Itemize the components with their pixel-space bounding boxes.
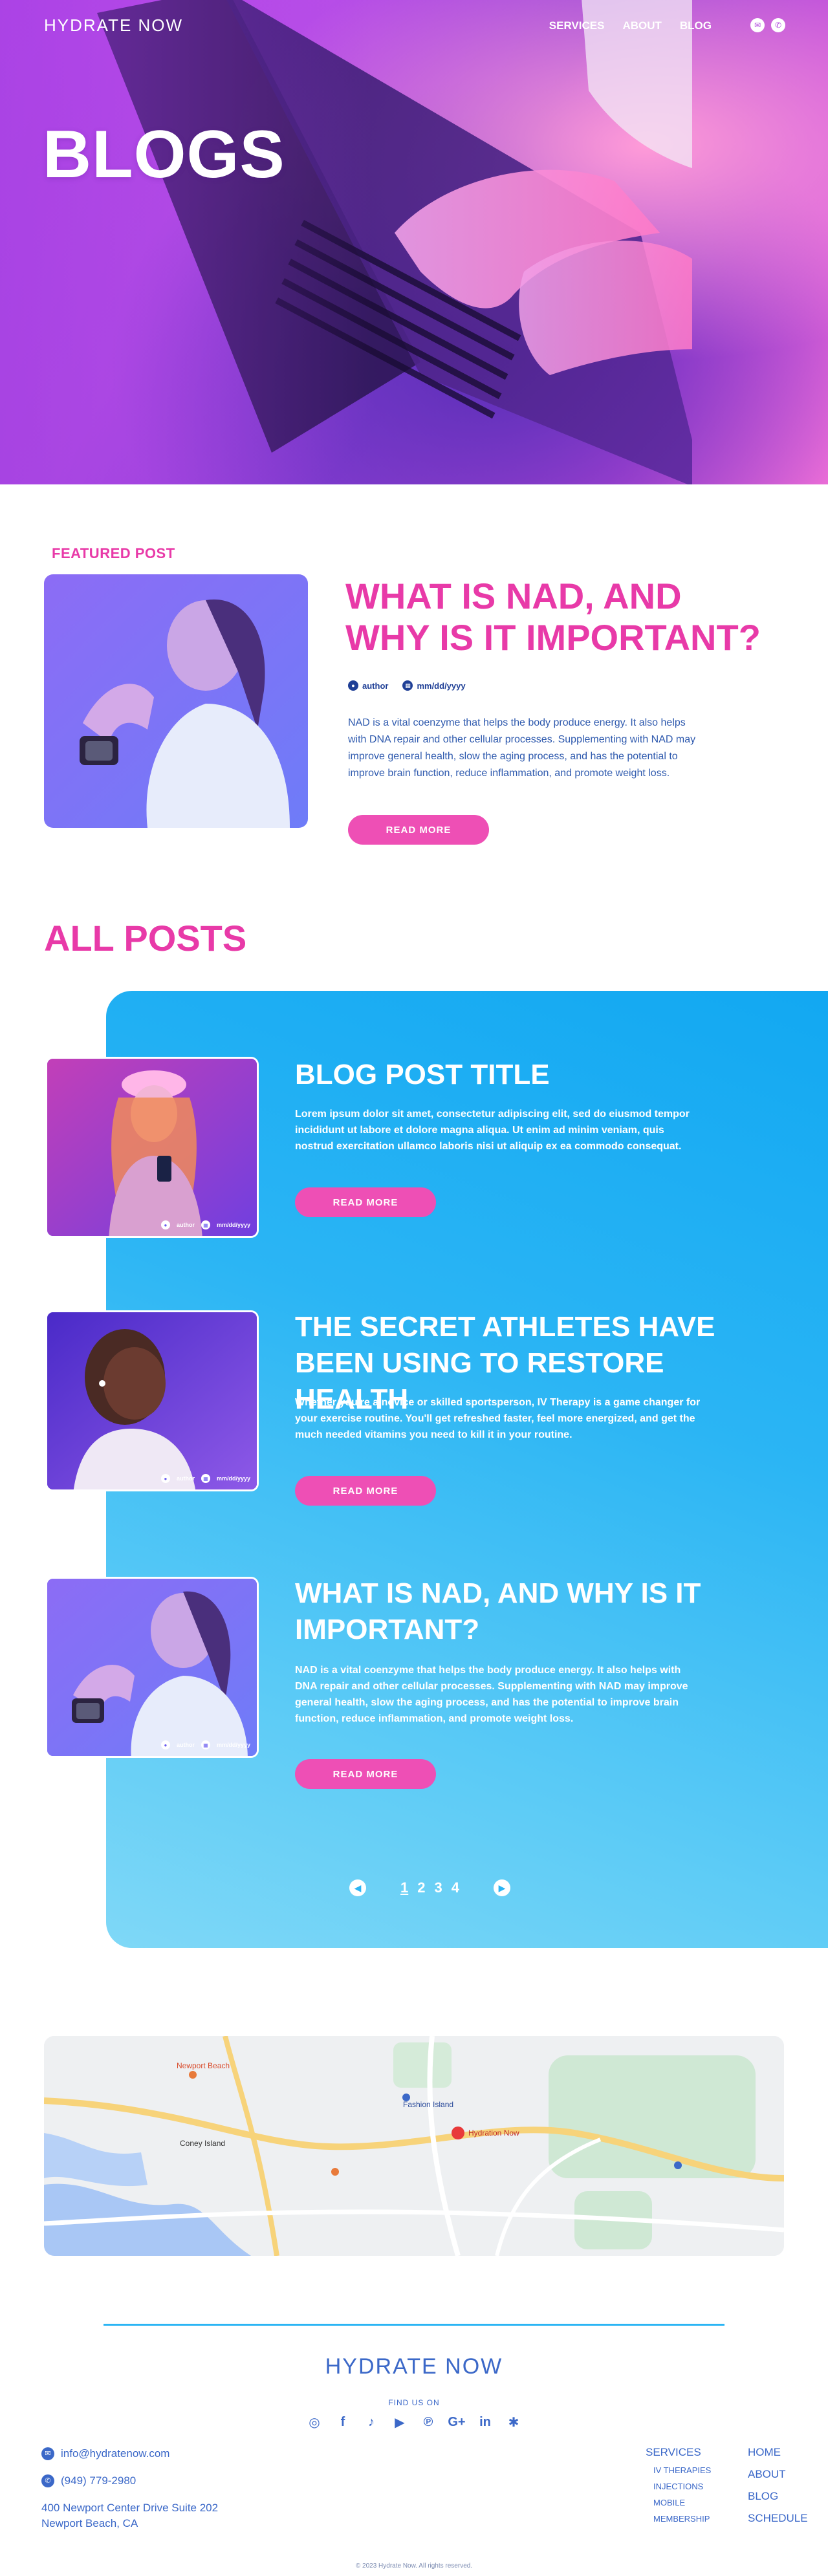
copyright: © 2023 Hydrate Now. All rights reserved. bbox=[355, 2562, 473, 2570]
facebook-icon[interactable]: f bbox=[334, 2414, 351, 2430]
instagram-icon[interactable]: ◎ bbox=[306, 2414, 323, 2430]
featured-title[interactable]: WHAT IS NAD, AND WHY IS IT IMPORTANT? bbox=[345, 576, 772, 658]
hero-section: HYDRATE NOW SERVICES ABOUT BLOG ✉ ✆ BLOG… bbox=[0, 0, 828, 484]
post-author: author bbox=[176, 1475, 195, 1482]
author-icon: ● bbox=[348, 680, 358, 691]
footer-services-heading[interactable]: SERVICES bbox=[646, 2446, 711, 2459]
post-excerpt: Whether you're a novice or skilled sport… bbox=[295, 1397, 701, 1440]
nav-blog[interactable]: BLOG bbox=[680, 19, 712, 32]
post-image[interactable]: ● author ▦ mm/dd/yyyy bbox=[45, 1310, 259, 1491]
featured-date: mm/dd/yyyy bbox=[417, 680, 466, 691]
page-3[interactable]: 3 bbox=[433, 1879, 444, 1896]
footer-links-column: HOME ABOUT BLOG SCHEDULE bbox=[748, 2446, 808, 2534]
map-label-hydration: Hydration Now bbox=[468, 2128, 519, 2138]
hero-overlay bbox=[0, 0, 828, 484]
featured-read-more-button[interactable]: READ MORE bbox=[348, 815, 489, 845]
featured-image[interactable] bbox=[44, 574, 308, 828]
footer-link-membership[interactable]: MEMBERSHIP bbox=[646, 2514, 711, 2524]
yelp-icon[interactable]: ✱ bbox=[505, 2414, 522, 2430]
author-icon: ● bbox=[160, 1474, 170, 1483]
post-date: mm/dd/yyyy bbox=[216, 1222, 250, 1228]
post-excerpt: Lorem ipsum dolor sit amet, consectetur … bbox=[295, 1109, 690, 1152]
post-image[interactable]: ● author ▦ mm/dd/yyyy bbox=[45, 1057, 259, 1238]
footer-email[interactable]: info@hydratenow.com bbox=[61, 2446, 169, 2462]
all-posts-heading: ALL POSTS bbox=[44, 918, 247, 958]
post-date: mm/dd/yyyy bbox=[216, 1742, 250, 1748]
calendar-icon: ▦ bbox=[201, 1740, 210, 1749]
post-title[interactable]: WHAT IS NAD, AND WHY IS IT IMPORTANT? bbox=[295, 1575, 761, 1648]
footer-divider bbox=[104, 2324, 724, 2326]
footer-link-about[interactable]: ABOUT bbox=[748, 2468, 808, 2481]
calendar-icon: ▦ bbox=[402, 680, 413, 691]
map-label-fashion: Fashion Island bbox=[403, 2100, 453, 2109]
author-icon: ● bbox=[160, 1740, 170, 1749]
post-title[interactable]: BLOG POST TITLE bbox=[295, 1057, 761, 1093]
footer-link-mobile[interactable]: MOBILE bbox=[646, 2498, 711, 2507]
footer-link-injections[interactable]: INJECTIONS bbox=[646, 2482, 711, 2491]
linkedin-icon[interactable]: in bbox=[477, 2414, 494, 2430]
next-page-icon[interactable]: ▶ bbox=[494, 1879, 510, 1896]
phone-icon: ✆ bbox=[41, 2474, 54, 2487]
post-read-more-button[interactable]: READ MORE bbox=[295, 1759, 436, 1789]
contact-info: ✉ info@hydratenow.com ✆ (949) 779-2980 400… bbox=[41, 2446, 218, 2531]
featured-excerpt: NAD is a vital coenzyme that helps the b… bbox=[348, 717, 696, 779]
map-label-newport: Newport Beach bbox=[177, 2061, 230, 2070]
prev-page-icon[interactable]: ◀ bbox=[349, 1879, 366, 1896]
nav-services[interactable]: SERVICES bbox=[549, 19, 605, 32]
footer-link-schedule[interactable]: SCHEDULE bbox=[748, 2512, 808, 2525]
footer-address-line1: 400 Newport Center Drive Suite 202 bbox=[41, 2502, 219, 2514]
site-logo[interactable]: HYDRATE NOW bbox=[44, 16, 183, 36]
page-2[interactable]: 2 bbox=[415, 1879, 427, 1896]
pagination: ◀ 1 2 3 4 ▶ bbox=[349, 1879, 510, 1896]
post-read-more-button[interactable]: READ MORE bbox=[295, 1476, 436, 1506]
location-map[interactable]: Newport Beach Coney Island Fashion Islan… bbox=[44, 2036, 784, 2256]
page-1[interactable]: 1 bbox=[398, 1879, 410, 1896]
tiktok-icon[interactable]: ♪ bbox=[363, 2414, 380, 2430]
footer-address-line2: Newport Beach, CA bbox=[41, 2517, 138, 2529]
page-4[interactable]: 4 bbox=[450, 1879, 461, 1896]
main-nav: SERVICES ABOUT BLOG bbox=[549, 19, 712, 32]
youtube-icon[interactable]: ▶ bbox=[391, 2414, 408, 2430]
page-title: BLOGS bbox=[43, 117, 285, 192]
pinterest-icon[interactable]: ℗ bbox=[420, 2414, 437, 2430]
post-read-more-button[interactable]: READ MORE bbox=[295, 1187, 436, 1217]
calendar-icon: ▦ bbox=[201, 1474, 210, 1483]
header-social-icons: ✉ ✆ bbox=[750, 18, 785, 32]
calendar-icon: ▦ bbox=[201, 1220, 210, 1229]
google-plus-icon[interactable]: G+ bbox=[448, 2414, 465, 2430]
map-label-coney: Coney Island bbox=[180, 2139, 225, 2148]
post-excerpt: NAD is a vital coenzyme that helps the b… bbox=[295, 1665, 688, 1724]
author-icon: ● bbox=[160, 1220, 170, 1229]
find-us-label: FIND US ON bbox=[388, 2398, 440, 2407]
footer-logo[interactable]: HYDRATE NOW bbox=[0, 2354, 828, 2379]
footer-link-blog[interactable]: BLOG bbox=[748, 2490, 808, 2503]
post-author: author bbox=[176, 1742, 195, 1748]
footer-phone[interactable]: (949) 779-2980 bbox=[61, 2473, 136, 2489]
post-author: author bbox=[176, 1222, 195, 1228]
nav-about[interactable]: ABOUT bbox=[622, 19, 661, 32]
post-date: mm/dd/yyyy bbox=[216, 1475, 250, 1482]
featured-meta: ● author ▦ mm/dd/yyyy bbox=[348, 680, 466, 691]
phone-icon[interactable]: ✆ bbox=[771, 18, 785, 32]
footer-services-column: SERVICES IV THERAPIES INJECTIONS MOBILE … bbox=[646, 2446, 711, 2524]
social-links: ◎ f ♪ ▶ ℗ G+ in ✱ bbox=[0, 2414, 828, 2430]
featured-label: FEATURED POST bbox=[52, 545, 175, 561]
footer-link-iv-therapies[interactable]: IV THERAPIES bbox=[646, 2465, 711, 2475]
featured-author: author bbox=[362, 680, 389, 691]
footer-link-home[interactable]: HOME bbox=[748, 2446, 808, 2459]
post-image[interactable]: ● author ▦ mm/dd/yyyy bbox=[45, 1577, 259, 1758]
chat-icon[interactable]: ✉ bbox=[750, 18, 765, 32]
email-icon: ✉ bbox=[41, 2447, 54, 2460]
